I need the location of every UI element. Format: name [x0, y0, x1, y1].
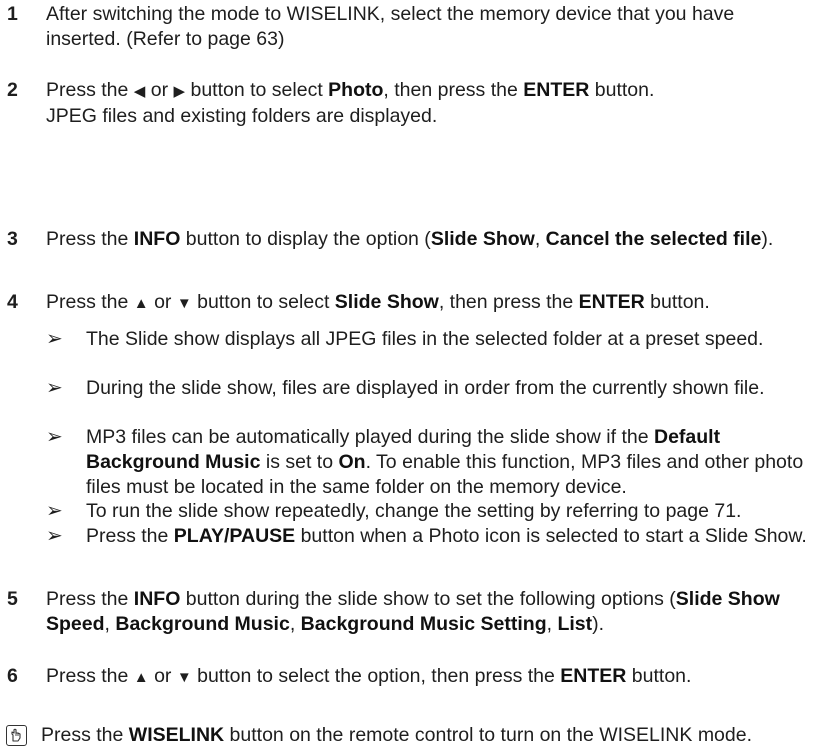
arrow-bullet-icon: ➢: [46, 525, 63, 547]
text-run: JPEG files and existing folders are disp…: [46, 105, 438, 127]
text-run: ).: [592, 613, 605, 635]
bold-label: Slide Show: [430, 228, 535, 250]
text-run: ,: [534, 228, 546, 250]
step-text: Press the ◀ or ▶ button to select Photo,…: [46, 78, 811, 129]
arrow-bullet-icon: ➢: [46, 426, 63, 448]
step-number: 5: [7, 588, 18, 610]
text-run: , then press the: [438, 291, 579, 313]
step-number: 3: [7, 228, 18, 250]
arrow-symbol-icon: ▼: [176, 669, 192, 686]
text-run: Press the: [46, 665, 134, 687]
note-text: The Slide show displays all JPEG files i…: [86, 327, 811, 352]
text-run: The Slide show displays all JPEG files i…: [86, 328, 764, 350]
text-run: button on the remote control to turn on …: [224, 724, 753, 746]
text-run: Press the: [46, 79, 134, 101]
bold-label: INFO: [133, 228, 181, 250]
arrow-symbol-icon: ◀: [133, 83, 146, 100]
text-run: or: [148, 665, 177, 687]
note-3: ➢ MP3 files can be automatically played …: [46, 425, 811, 500]
note-1: ➢ The Slide show displays all JPEG files…: [46, 327, 811, 352]
arrow-bullet-icon: ➢: [46, 500, 63, 522]
bold-label: Slide Show: [334, 291, 439, 313]
bold-label: On: [338, 451, 366, 473]
text-run: button to select the option, then press …: [191, 665, 561, 687]
text-run: To run the slide show repeatedly, change…: [86, 500, 742, 522]
arrow-bullet-icon: ➢: [46, 377, 63, 399]
step-number: 6: [7, 665, 18, 687]
remote-hand-icon: [6, 725, 27, 746]
note-4: ➢ To run the slide show repeatedly, chan…: [46, 499, 811, 524]
step-number: 2: [7, 79, 18, 101]
text-run: ,: [104, 613, 116, 635]
bold-label: PLAY/PAUSE: [173, 525, 296, 547]
text-run: button to select: [185, 79, 329, 101]
text-run: Press the: [41, 724, 129, 746]
bold-label: ENTER: [578, 291, 645, 313]
arrow-symbol-icon: ▶: [173, 83, 186, 100]
text-run: ,: [289, 613, 301, 635]
text-run: button.: [626, 665, 692, 687]
text-run: button to display the option (: [180, 228, 431, 250]
text-run: During the slide show, files are display…: [86, 377, 765, 399]
bold-label: ENTER: [523, 79, 590, 101]
text-run: or: [148, 291, 177, 313]
arrow-symbol-icon: ▲: [133, 669, 149, 686]
note-text: To run the slide show repeatedly, change…: [86, 499, 811, 524]
text-run: button to select: [191, 291, 335, 313]
arrow-symbol-icon: ▲: [133, 295, 149, 312]
bold-label: Background Music Setting: [300, 613, 547, 635]
step-text: Press the INFO button during the slide s…: [46, 587, 811, 637]
text-run: Press the: [46, 228, 134, 250]
bold-label: Photo: [328, 79, 384, 101]
step-text: Press the ▲ or ▼ button to select Slide …: [46, 290, 811, 316]
text-run: , then press the: [383, 79, 524, 101]
text-run: Press the: [86, 525, 174, 547]
text-run: or: [145, 79, 174, 101]
text-run: button.: [644, 291, 710, 313]
arrow-symbol-icon: ▼: [176, 295, 192, 312]
bold-label: Cancel the selected file: [545, 228, 762, 250]
arrow-bullet-icon: ➢: [46, 328, 63, 350]
step-number: 1: [7, 3, 18, 25]
text-run: ).: [761, 228, 774, 250]
bold-label: WISELINK: [128, 724, 225, 746]
text-run: button.: [589, 79, 655, 101]
bold-label: List: [557, 613, 593, 635]
bold-label: INFO: [133, 588, 181, 610]
text-run: ,: [546, 613, 558, 635]
text-run: button when a Photo icon is selected to …: [295, 525, 807, 547]
text-run: is set to: [260, 451, 339, 473]
step-text: Press the ▲ or ▼ button to select the op…: [46, 664, 811, 690]
text-run: button during the slide show to set the …: [180, 588, 676, 610]
text-run: Press the: [46, 291, 134, 313]
text-run: After switching the mode to WISELINK, se…: [46, 3, 735, 50]
note-text: MP3 files can be automatically played du…: [86, 425, 811, 500]
bold-label: Background Music: [115, 613, 290, 635]
step-text: After switching the mode to WISELINK, se…: [46, 2, 811, 52]
note-2: ➢ During the slide show, files are displ…: [46, 376, 811, 401]
text-run: Press the: [46, 588, 134, 610]
step-number: 4: [7, 291, 18, 313]
note-text: During the slide show, files are display…: [86, 376, 811, 401]
step-text: Press the INFO button to display the opt…: [46, 227, 811, 252]
bold-label: ENTER: [560, 665, 627, 687]
footer-text: Press the WISELINK button on the remote …: [41, 723, 752, 748]
note-text: Press the PLAY/PAUSE button when a Photo…: [86, 524, 811, 549]
note-5: ➢ Press the PLAY/PAUSE button when a Pho…: [46, 524, 811, 549]
text-run: MP3 files can be automatically played du…: [86, 426, 654, 448]
